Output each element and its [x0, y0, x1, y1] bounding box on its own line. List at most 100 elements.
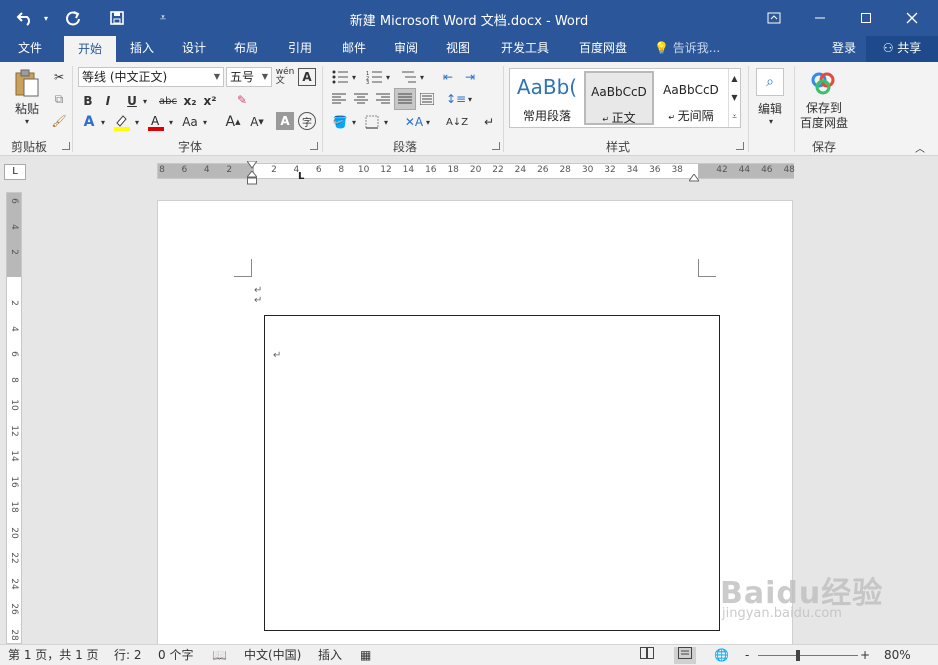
word-count[interactable]: 0 个字	[158, 647, 193, 664]
tab-design[interactable]: 设计	[172, 36, 216, 62]
text-effects-dropdown-icon[interactable]: ▾	[98, 112, 108, 132]
chinese-layout-icon[interactable]: ✕A	[404, 112, 424, 132]
tab-mailings[interactable]: 邮件	[332, 36, 376, 62]
copy-icon[interactable]: ⧉	[50, 90, 68, 108]
tab-selector-button[interactable]: L	[4, 164, 26, 180]
search-icon[interactable]: ⌕	[756, 68, 784, 96]
styles-scroll-down-icon[interactable]: ▼	[728, 88, 740, 107]
increase-indent-icon[interactable]: ⇥	[460, 68, 480, 86]
subscript-button[interactable]: x₂	[182, 92, 198, 110]
chinese-layout-dropdown-icon[interactable]: ▾	[424, 112, 432, 132]
align-right-icon[interactable]	[374, 90, 392, 108]
tab-insert[interactable]: 插入	[120, 36, 164, 62]
change-case-button[interactable]: Aa	[180, 112, 200, 132]
shading-icon[interactable]: 🪣	[330, 112, 350, 132]
zoom-out-button[interactable]: -	[745, 647, 749, 664]
borders-dropdown-icon[interactable]: ▾	[382, 112, 390, 132]
shrink-font-icon[interactable]: A ▼	[248, 112, 266, 132]
bullets-icon[interactable]	[330, 68, 350, 86]
proofing-icon[interactable]: 📖	[212, 647, 227, 664]
tell-me-box[interactable]: 💡 告诉我...	[654, 36, 720, 62]
vertical-scrollbar[interactable]	[922, 185, 938, 644]
maximize-icon[interactable]	[846, 4, 886, 32]
align-left-icon[interactable]	[330, 90, 348, 108]
style-item-no-spacing[interactable]: AaBbCcD ↵ 无间隔	[656, 71, 726, 125]
strikethrough-button[interactable]: abc	[156, 92, 180, 110]
style-item-normal[interactable]: AaBbCcD ↵ 正文	[584, 71, 654, 125]
login-link[interactable]: 登录	[832, 36, 856, 62]
line-number[interactable]: 行: 2	[114, 647, 142, 664]
bullets-dropdown-icon[interactable]: ▾	[350, 68, 358, 86]
italic-button[interactable]: I	[100, 92, 116, 110]
print-layout-icon[interactable]	[674, 647, 696, 664]
share-button[interactable]: ⚇ 共享	[866, 36, 938, 62]
style-item-heading[interactable]: AaBb( 常用段落	[512, 71, 582, 125]
zoom-slider-track[interactable]	[758, 655, 858, 656]
vertical-ruler[interactable]: 6 4 2 2 4 6 8 10 12 14 16 18 20 22 24 26 28	[6, 192, 22, 644]
zoom-slider-thumb[interactable]	[796, 650, 800, 661]
tab-developer[interactable]: 开发工具	[492, 36, 558, 62]
zoom-in-button[interactable]: +	[860, 647, 870, 664]
tab-references[interactable]: 引用	[278, 36, 322, 62]
page-count[interactable]: 第 1 页，共 1 页	[8, 647, 99, 664]
clipboard-launcher-icon[interactable]	[62, 142, 70, 150]
font-launcher-icon[interactable]	[310, 142, 318, 150]
paragraph-launcher-icon[interactable]	[492, 142, 500, 150]
decrease-indent-icon[interactable]: ⇤	[438, 68, 458, 86]
text-box[interactable]: ↵	[264, 315, 720, 631]
shading-dropdown-icon[interactable]: ▾	[350, 112, 358, 132]
distributed-icon[interactable]	[418, 90, 436, 108]
minimize-icon[interactable]	[800, 4, 840, 32]
web-layout-icon[interactable]: 🌐	[714, 647, 729, 664]
first-line-indent-marker[interactable]	[246, 158, 258, 169]
document-page[interactable]: ↵ ↵ ↵	[157, 200, 793, 645]
tab-file[interactable]: 文件	[6, 36, 54, 62]
ribbon-display-options-icon[interactable]	[754, 4, 794, 32]
underline-dropdown-icon[interactable]: ▾	[140, 92, 150, 110]
editing-dropdown-icon[interactable]: ▾	[766, 116, 776, 126]
tab-layout[interactable]: 布局	[224, 36, 268, 62]
zoom-level[interactable]: 80%	[884, 647, 911, 664]
character-border-icon[interactable]: A	[298, 68, 316, 86]
paste-label[interactable]: 粘贴	[10, 100, 44, 116]
highlight-icon[interactable]	[112, 112, 132, 132]
bold-button[interactable]: B	[80, 92, 96, 110]
highlight-dropdown-icon[interactable]: ▾	[132, 112, 142, 132]
collapse-ribbon-icon[interactable]: ︿	[912, 140, 928, 155]
tab-view[interactable]: 视图	[436, 36, 480, 62]
cut-icon[interactable]: ✂	[50, 68, 68, 86]
hanging-indent-marker[interactable]	[245, 170, 259, 185]
character-shading-icon[interactable]: A	[276, 112, 294, 130]
macro-record-icon[interactable]: ▦	[360, 647, 371, 664]
clear-formatting-icon[interactable]: ✎	[232, 90, 252, 110]
paste-icon[interactable]	[10, 68, 44, 100]
tab-home[interactable]: 开始	[64, 36, 116, 62]
font-size-combo[interactable]: 五号 ▼	[226, 67, 272, 87]
save-to-label-2[interactable]: 百度网盘	[796, 115, 852, 130]
superscript-button[interactable]: x²	[202, 92, 218, 110]
editing-button[interactable]: 编辑	[752, 100, 788, 116]
right-indent-marker[interactable]	[688, 171, 700, 182]
styles-scroll-up-icon[interactable]: ▲	[728, 69, 740, 88]
styles-launcher-icon[interactable]	[736, 142, 744, 150]
borders-icon[interactable]	[362, 112, 382, 132]
font-name-combo[interactable]: 等线 (中文正文) ▼	[78, 67, 224, 87]
font-color-icon[interactable]: A	[146, 112, 166, 132]
phonetic-guide-icon[interactable]: wén文	[276, 66, 295, 88]
justify-icon[interactable]	[394, 88, 416, 110]
multilevel-dropdown-icon[interactable]: ▾	[418, 68, 426, 86]
show-hide-marks-icon[interactable]: ↵	[480, 112, 498, 132]
numbering-icon[interactable]: 123	[364, 68, 384, 86]
tab-review[interactable]: 审阅	[384, 36, 428, 62]
grow-font-icon[interactable]: A ▲	[224, 112, 242, 132]
read-mode-icon[interactable]	[640, 647, 654, 664]
multilevel-list-icon[interactable]	[398, 68, 418, 86]
enclose-characters-button[interactable]: 字	[298, 112, 316, 130]
font-color-dropdown-icon[interactable]: ▾	[166, 112, 176, 132]
tab-baidu-netdisk[interactable]: 百度网盘	[570, 36, 636, 62]
underline-button[interactable]: U	[124, 92, 140, 110]
styles-more-icon[interactable]: ⩡	[728, 107, 740, 127]
line-spacing-icon[interactable]: ↕≡	[446, 90, 466, 108]
tab-stop-marker[interactable]: L	[298, 171, 308, 182]
line-spacing-dropdown-icon[interactable]: ▾	[466, 90, 474, 108]
